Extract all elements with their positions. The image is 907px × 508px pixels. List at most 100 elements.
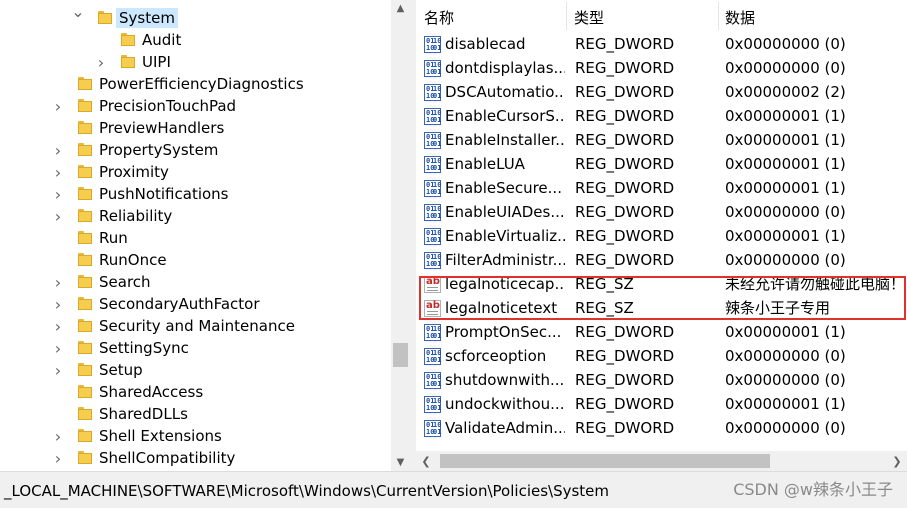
tree-item[interactable]: › SettingSync	[0, 337, 391, 359]
folder-icon	[77, 230, 93, 245]
chevron-right-icon[interactable]: ›	[53, 361, 63, 380]
value-row[interactable]: 01 10 10 01 EnableLUA REG_DWORD 0x00000001 (1)	[416, 152, 907, 176]
tree-item[interactable]: Audit	[0, 29, 391, 51]
value-row[interactable]: 01 10 10 01 DSCAutomatio... REG_DWORD 0x000000…	[416, 80, 907, 104]
value-data: 0x00000000 (0)	[725, 347, 846, 365]
tree-item-label: RunOnce	[99, 251, 167, 269]
column-header-data[interactable]: 数据	[725, 8, 755, 28]
scroll-up-arrow-icon[interactable]: ▲	[391, 0, 410, 17]
value-row[interactable]: 01 10 10 01 disablecad REG_DWORD 0x00000000 (0…	[416, 32, 907, 56]
binary-value-icon: 01 10 10 01	[424, 204, 442, 221]
value-name: DSCAutomatio...	[445, 83, 565, 101]
folder-icon	[120, 54, 136, 69]
column-separator[interactable]	[718, 2, 719, 30]
values-horizontal-scrollbar[interactable]: ❮ ❯	[416, 451, 907, 471]
folder-icon	[77, 252, 93, 267]
registry-values-list[interactable]: 名称 类型 数据 01 10 10 01 disablecad REG_DWORD 0x00…	[416, 0, 907, 451]
tree-item[interactable]: PreviewHandlers	[0, 117, 391, 139]
tree-item[interactable]: › PrecisionTouchPad	[0, 95, 391, 117]
tree-item[interactable]: › Reliability	[0, 205, 391, 227]
tree-item[interactable]: › Search	[0, 271, 391, 293]
tree-item[interactable]: › ShellCompatibility	[0, 447, 391, 469]
value-name: EnableVirtualiz...	[445, 227, 565, 245]
column-header-type[interactable]: 类型	[574, 8, 604, 28]
chevron-right-icon[interactable]: ›	[53, 295, 63, 314]
value-type: REG_DWORD	[575, 395, 675, 413]
tree-item-label: Security and Maintenance	[99, 317, 295, 335]
tree-item[interactable]: › Shell Extensions	[0, 425, 391, 447]
value-name: legalnoticecap...	[445, 275, 565, 293]
scroll-left-arrow-icon[interactable]: ❮	[416, 451, 436, 471]
value-row[interactable]: ab legalnoticecap... REG_SZ 未经允许请勿触碰此电脑！	[416, 272, 907, 296]
value-row[interactable]: 01 10 10 01 EnableVirtualiz... REG_DWORD 0x000…	[416, 224, 907, 248]
value-name: EnableSecure...	[445, 179, 562, 197]
column-header-name[interactable]: 名称	[424, 8, 454, 28]
binary-value-icon: 01 10 10 01	[424, 60, 442, 77]
binary-value-icon: 01 10 10 01	[424, 420, 442, 437]
value-data: 0x00000000 (0)	[725, 371, 846, 389]
binary-value-icon: 01 10 10 01	[424, 228, 442, 245]
registry-key-tree[interactable]: ⌄ System Audit › UIPI PowerEfficiencyDiagnost…	[0, 0, 391, 471]
tree-item[interactable]: › UIPI	[0, 51, 391, 73]
scroll-right-arrow-icon[interactable]: ❯	[887, 451, 907, 471]
tree-item[interactable]: ⌄ System	[0, 2, 391, 29]
scroll-down-arrow-icon[interactable]: ▼	[391, 454, 410, 471]
scroll-thumb[interactable]	[440, 454, 770, 468]
tree-item-label: UIPI	[142, 53, 171, 71]
tree-vertical-scrollbar[interactable]: ▲ ▼	[391, 0, 410, 471]
value-type: REG_DWORD	[575, 251, 675, 269]
tree-item[interactable]: › Security and Maintenance	[0, 315, 391, 337]
value-name: PromptOnSec...	[445, 323, 562, 341]
value-name: FilterAdministr...	[445, 251, 565, 269]
folder-icon	[120, 32, 136, 47]
scroll-thumb[interactable]	[393, 343, 408, 367]
value-type: REG_DWORD	[575, 131, 675, 149]
tree-item[interactable]: SharedDLLs	[0, 403, 391, 425]
chevron-right-icon[interactable]: ›	[53, 273, 63, 292]
folder-icon	[77, 98, 93, 113]
value-row[interactable]: 01 10 10 01 EnableUIADes... REG_DWORD 0x000000…	[416, 200, 907, 224]
value-name: ValidateAdmin...	[445, 419, 565, 437]
chevron-right-icon[interactable]: ›	[96, 53, 106, 72]
tree-item[interactable]: PowerEfficiencyDiagnostics	[0, 73, 391, 95]
value-data: 0x00000001 (1)	[725, 323, 846, 341]
tree-item-label: ShellCompatibility	[99, 449, 236, 467]
value-data: 0x00000000 (0)	[725, 251, 846, 269]
value-row[interactable]: 01 10 10 01 ValidateAdmin... REG_DWORD 0x00000…	[416, 416, 907, 440]
value-row[interactable]: 01 10 10 01 scforceoption REG_DWORD 0x00000000…	[416, 344, 907, 368]
chevron-right-icon[interactable]: ›	[53, 317, 63, 336]
value-row[interactable]: 01 10 10 01 EnableSecure... REG_DWORD 0x000000…	[416, 176, 907, 200]
value-row[interactable]: 01 10 10 01 EnableInstaller... REG_DWORD 0x000…	[416, 128, 907, 152]
chevron-down-icon[interactable]: ⌄	[71, 2, 84, 21]
value-row[interactable]: 01 10 10 01 PromptOnSec... REG_DWORD 0x0000000…	[416, 320, 907, 344]
tree-item[interactable]: › PushNotifications	[0, 183, 391, 205]
chevron-right-icon[interactable]: ›	[53, 207, 63, 226]
tree-item[interactable]: › PropertySystem	[0, 139, 391, 161]
tree-item[interactable]: RunOnce	[0, 249, 391, 271]
chevron-right-icon[interactable]: ›	[53, 141, 63, 160]
chevron-right-icon[interactable]: ›	[53, 449, 63, 468]
chevron-right-icon[interactable]: ›	[53, 97, 63, 116]
value-name: EnableInstaller...	[445, 131, 565, 149]
value-row[interactable]: ab legalnoticetext REG_SZ 辣条小王子专用	[416, 296, 907, 320]
registry-path: _LOCAL_MACHINE\SOFTWARE\Microsoft\Window…	[4, 482, 610, 500]
tree-item-label: Setup	[99, 361, 143, 379]
value-name: scforceoption	[445, 347, 547, 365]
value-row[interactable]: 01 10 10 01 FilterAdministr... REG_DWORD 0x000…	[416, 248, 907, 272]
value-row[interactable]: 01 10 10 01 EnableCursorS... REG_DWORD 0x00000…	[416, 104, 907, 128]
chevron-right-icon[interactable]: ›	[53, 427, 63, 446]
value-row[interactable]: 01 10 10 01 shutdownwith... REG_DWORD 0x000000…	[416, 368, 907, 392]
value-row[interactable]: 01 10 10 01 undockwithou... REG_DWORD 0x000000…	[416, 392, 907, 416]
tree-item[interactable]: SharedAccess	[0, 381, 391, 403]
column-separator[interactable]	[566, 2, 567, 30]
chevron-right-icon[interactable]: ›	[53, 163, 63, 182]
tree-item[interactable]: › Proximity	[0, 161, 391, 183]
value-row[interactable]: 01 10 10 01 dontdisplaylas... REG_DWORD 0x0000…	[416, 56, 907, 80]
chevron-right-icon[interactable]: ›	[53, 185, 63, 204]
values-list-header: 名称 类型 数据	[416, 0, 907, 32]
tree-item[interactable]: › Setup	[0, 359, 391, 381]
chevron-right-icon[interactable]: ›	[53, 339, 63, 358]
tree-item[interactable]: › SecondaryAuthFactor	[0, 293, 391, 315]
tree-item[interactable]: Run	[0, 227, 391, 249]
tree-item-label: Run	[99, 229, 128, 247]
